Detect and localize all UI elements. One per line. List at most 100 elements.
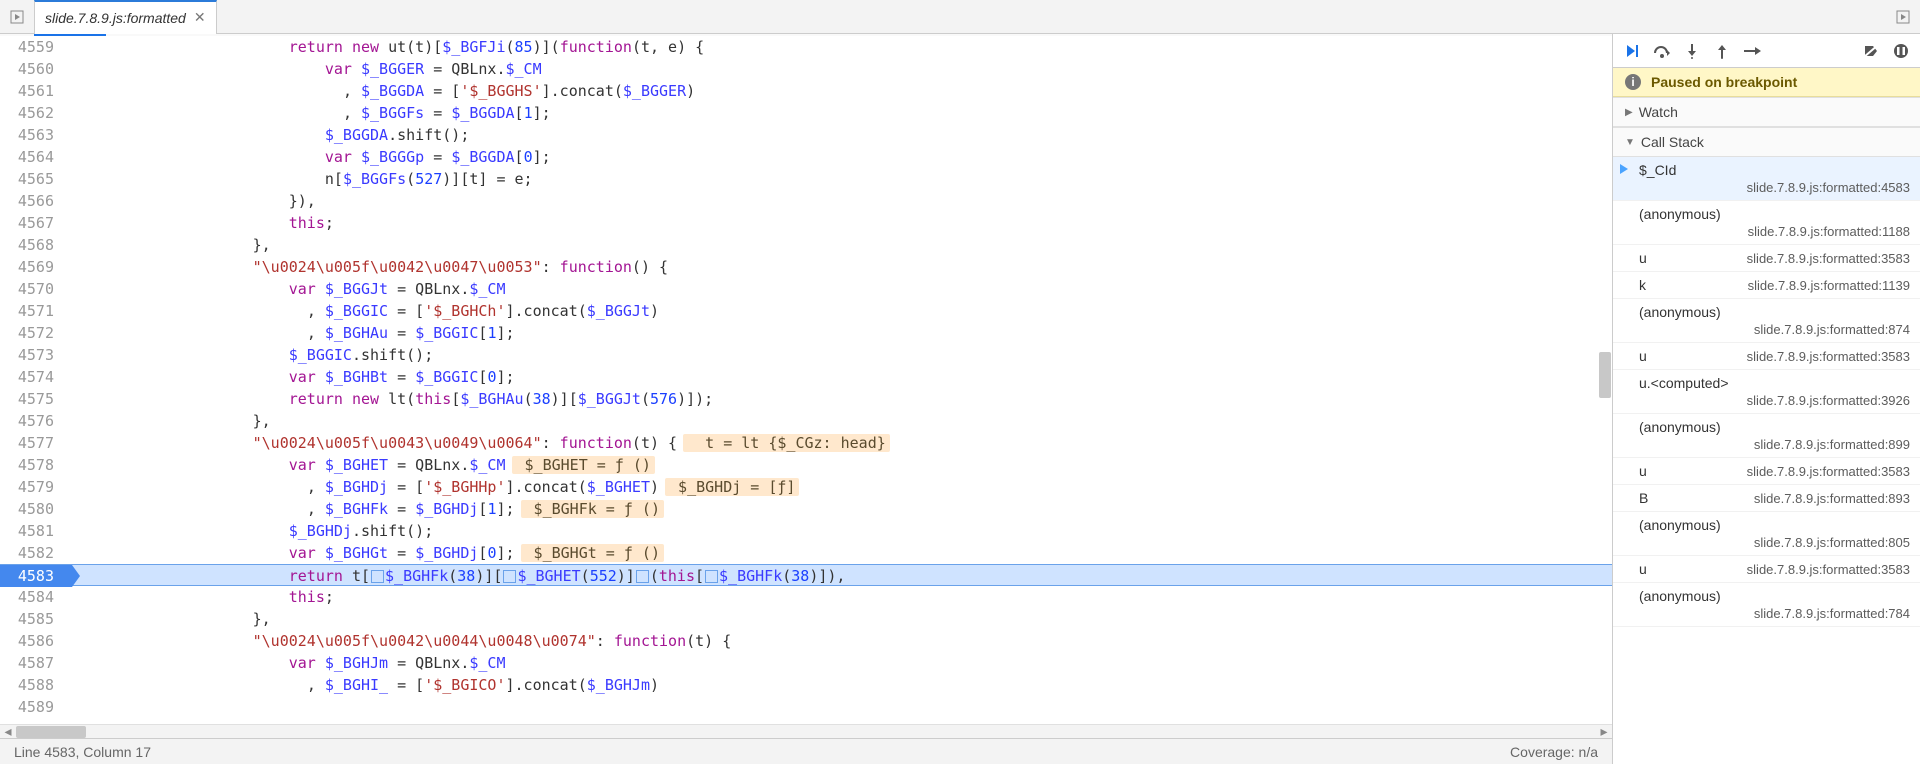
line-number[interactable]: 4586 (0, 630, 72, 652)
line-number[interactable]: 4580 (0, 498, 72, 520)
line-number[interactable]: 4583 (0, 565, 72, 587)
line-number[interactable]: 4575 (0, 388, 72, 410)
step-target-icon[interactable] (371, 570, 384, 583)
code-line[interactable]: 4589 (0, 696, 1612, 718)
frame-location[interactable]: slide.7.8.9.js:formatted:4583 (1639, 180, 1910, 195)
frame-location[interactable]: slide.7.8.9.js:formatted:805 (1639, 535, 1910, 550)
code-line[interactable]: 4583 return t[$_BGHFk(38)][$_BGHET(552)]… (0, 564, 1612, 586)
line-number[interactable]: 4581 (0, 520, 72, 542)
step-out-button[interactable] (1709, 38, 1735, 64)
code-line[interactable]: 4567 this; (0, 212, 1612, 234)
line-number[interactable]: 4570 (0, 278, 72, 300)
line-number[interactable]: 4579 (0, 476, 72, 498)
line-number[interactable]: 4585 (0, 608, 72, 630)
code-line[interactable]: 4559 return new ut(t)[$_BGFJi(85)](funct… (0, 36, 1612, 58)
step-target-icon[interactable] (503, 570, 516, 583)
file-tab[interactable]: slide.7.8.9.js:formatted ✕ (34, 0, 217, 34)
line-number[interactable]: 4560 (0, 58, 72, 80)
tab-close-icon[interactable]: ✕ (194, 9, 206, 26)
code-line[interactable]: 4562 , $_BGGFs = $_BGGDA[1]; (0, 102, 1612, 124)
line-number[interactable]: 4582 (0, 542, 72, 564)
code-line[interactable]: 4569 "\u0024\u005f\u0042\u0047\u0053": f… (0, 256, 1612, 278)
code-line[interactable]: 4582 var $_BGHGt = $_BGHDj[0]; $_BGHGt =… (0, 542, 1612, 564)
callstack-section-header[interactable]: ▼ Call Stack (1613, 127, 1920, 157)
code-line[interactable]: 4565 n[$_BGGFs(527)][t] = e; (0, 168, 1612, 190)
code-line[interactable]: 4573 $_BGGIC.shift(); (0, 344, 1612, 366)
code-line[interactable]: 4579 , $_BGHDj = ['$_BGHHp'].concat($_BG… (0, 476, 1612, 498)
code-line[interactable]: 4585 }, (0, 608, 1612, 630)
code-line[interactable]: 4560 var $_BGGER = QBLnx.$_CM (0, 58, 1612, 80)
code-line[interactable]: 4572 , $_BGHAu = $_BGGIC[1]; (0, 322, 1612, 344)
callstack-frame[interactable]: uslide.7.8.9.js:formatted:3583 (1613, 245, 1920, 272)
watch-section-header[interactable]: ▶ Watch (1613, 97, 1920, 127)
callstack-frame[interactable]: Bslide.7.8.9.js:formatted:893 (1613, 485, 1920, 512)
callstack-frame[interactable]: (anonymous)slide.7.8.9.js:formatted:805 (1613, 512, 1920, 556)
code-line[interactable]: 4575 return new lt(this[$_BGHAu(38)][$_B… (0, 388, 1612, 410)
line-number[interactable]: 4563 (0, 124, 72, 146)
frame-location[interactable]: slide.7.8.9.js:formatted:3583 (1747, 562, 1910, 577)
code-line[interactable]: 4576 }, (0, 410, 1612, 432)
code-line[interactable]: 4577 "\u0024\u005f\u0043\u0049\u0064": f… (0, 432, 1612, 454)
frame-location[interactable]: slide.7.8.9.js:formatted:1188 (1639, 224, 1910, 239)
code-line[interactable]: 4566 }), (0, 190, 1612, 212)
code-line[interactable]: 4563 $_BGGDA.shift(); (0, 124, 1612, 146)
frame-location[interactable]: slide.7.8.9.js:formatted:784 (1639, 606, 1910, 621)
code-line[interactable]: 4564 var $_BGGGp = $_BGGDA[0]; (0, 146, 1612, 168)
callstack-frame[interactable]: u.<computed>slide.7.8.9.js:formatted:392… (1613, 370, 1920, 414)
line-number[interactable]: 4569 (0, 256, 72, 278)
frame-location[interactable]: slide.7.8.9.js:formatted:874 (1639, 322, 1910, 337)
code-line[interactable]: 4578 var $_BGHET = QBLnx.$_CM $_BGHET = … (0, 454, 1612, 476)
line-number[interactable]: 4571 (0, 300, 72, 322)
callstack-frame[interactable]: (anonymous)slide.7.8.9.js:formatted:784 (1613, 583, 1920, 627)
line-number[interactable]: 4561 (0, 80, 72, 102)
code-line[interactable]: 4571 , $_BGGIC = ['$_BGHCh'].concat($_BG… (0, 300, 1612, 322)
frame-location[interactable]: slide.7.8.9.js:formatted:3926 (1639, 393, 1910, 408)
frame-location[interactable]: slide.7.8.9.js:formatted:3583 (1747, 349, 1910, 364)
frame-location[interactable]: slide.7.8.9.js:formatted:3583 (1747, 251, 1910, 266)
pause-on-exceptions-button[interactable] (1888, 38, 1914, 64)
step-over-button[interactable] (1649, 38, 1675, 64)
line-number[interactable]: 4589 (0, 696, 72, 718)
step-target-icon[interactable] (705, 570, 718, 583)
step-into-button[interactable] (1679, 38, 1705, 64)
line-number[interactable]: 4568 (0, 234, 72, 256)
line-number[interactable]: 4565 (0, 168, 72, 190)
resume-button[interactable] (1619, 38, 1645, 64)
line-number[interactable]: 4588 (0, 674, 72, 696)
code-line[interactable]: 4586 "\u0024\u005f\u0042\u0044\u0048\u00… (0, 630, 1612, 652)
line-number[interactable]: 4566 (0, 190, 72, 212)
code-line[interactable]: 4580 , $_BGHFk = $_BGHDj[1]; $_BGHFk = ƒ… (0, 498, 1612, 520)
show-navigator-icon[interactable] (0, 0, 34, 34)
deactivate-breakpoints-button[interactable] (1858, 38, 1884, 64)
line-number[interactable]: 4584 (0, 586, 72, 608)
line-number[interactable]: 4559 (0, 36, 72, 58)
line-number[interactable]: 4562 (0, 102, 72, 124)
line-number[interactable]: 4576 (0, 410, 72, 432)
code-line[interactable]: 4561 , $_BGGDA = ['$_BGGHS'].concat($_BG… (0, 80, 1612, 102)
frame-location[interactable]: slide.7.8.9.js:formatted:3583 (1747, 464, 1910, 479)
scroll-right-icon[interactable]: ▸ (1596, 725, 1612, 738)
step-target-icon[interactable] (636, 570, 649, 583)
callstack-frame[interactable]: (anonymous)slide.7.8.9.js:formatted:899 (1613, 414, 1920, 458)
editor-horizontal-scrollbar[interactable]: ◂ ▸ (0, 724, 1612, 738)
show-function-icon[interactable] (1886, 0, 1920, 34)
callstack-list[interactable]: $_CIdslide.7.8.9.js:formatted:4583(anony… (1613, 157, 1920, 764)
callstack-frame[interactable]: uslide.7.8.9.js:formatted:3583 (1613, 458, 1920, 485)
scroll-left-icon[interactable]: ◂ (0, 725, 16, 738)
line-number[interactable]: 4567 (0, 212, 72, 234)
line-number[interactable]: 4578 (0, 454, 72, 476)
editor-vertical-scrollbar[interactable] (1598, 36, 1612, 724)
frame-location[interactable]: slide.7.8.9.js:formatted:893 (1754, 491, 1910, 506)
callstack-frame[interactable]: kslide.7.8.9.js:formatted:1139 (1613, 272, 1920, 299)
callstack-frame[interactable]: (anonymous)slide.7.8.9.js:formatted:1188 (1613, 201, 1920, 245)
code-line[interactable]: 4568 }, (0, 234, 1612, 256)
line-number[interactable]: 4573 (0, 344, 72, 366)
line-number[interactable]: 4577 (0, 432, 72, 454)
line-number[interactable]: 4574 (0, 366, 72, 388)
callstack-frame[interactable]: (anonymous)slide.7.8.9.js:formatted:874 (1613, 299, 1920, 343)
code-line[interactable]: 4570 var $_BGGJt = QBLnx.$_CM (0, 278, 1612, 300)
code-line[interactable]: 4584 this; (0, 586, 1612, 608)
callstack-frame[interactable]: $_CIdslide.7.8.9.js:formatted:4583 (1613, 157, 1920, 201)
code-viewport[interactable]: 4559 return new ut(t)[$_BGFJi(85)](funct… (0, 36, 1612, 724)
frame-location[interactable]: slide.7.8.9.js:formatted:899 (1639, 437, 1910, 452)
